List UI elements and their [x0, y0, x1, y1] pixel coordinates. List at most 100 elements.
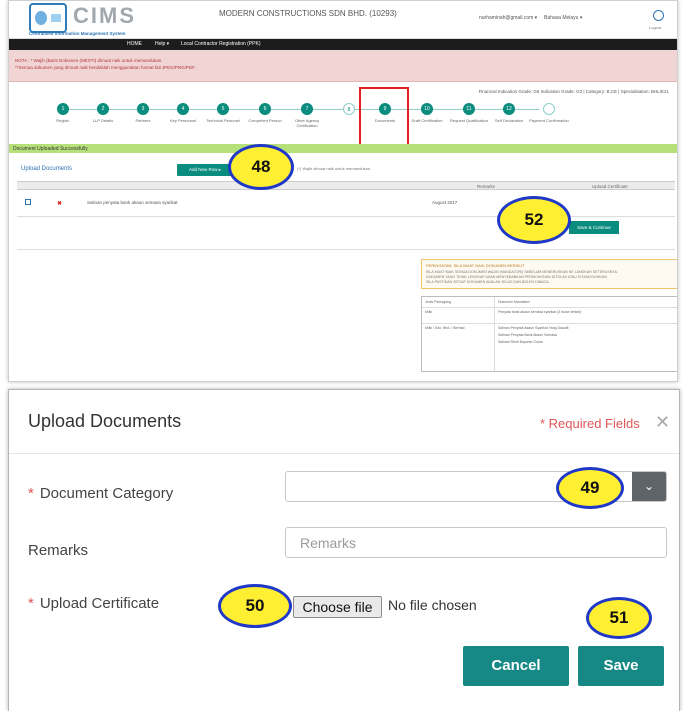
user-menu[interactable]: nurhaminah@gmail.com ▾ — [479, 15, 537, 21]
step-label: Other Agency Certification — [294, 118, 320, 128]
step-label: Self Declaration — [494, 118, 524, 123]
step-label: Payment Confirmation — [529, 118, 569, 123]
table-divider — [494, 297, 495, 371]
header-upload-certificate: Upload Certificate — [592, 184, 628, 189]
step-6[interactable]: 6 Competent Person — [244, 103, 286, 123]
mandatory-note: (*) Wajib dimuat naik untuk memandukan. — [297, 166, 372, 171]
logout-label[interactable]: Logout — [649, 25, 661, 30]
document-category-label-text: Document Category — [39, 485, 174, 502]
header-remarks: Remarks — [477, 184, 496, 189]
warning-box: PERINGATAN: SILA MUAT NAIK DOKUMEN BERIK… — [421, 259, 677, 289]
file-status: No file chosen — [388, 597, 477, 613]
notice-line-1: NOTA : * Wajib (Baris Dokumen (MESTI) di… — [15, 58, 163, 63]
nav-help[interactable]: Help ▾ — [155, 41, 169, 47]
callout-52: 52 — [497, 196, 571, 244]
required-fields-note: * Required Fields — [540, 416, 640, 431]
step-10[interactable]: 10 Draft Certification — [406, 103, 448, 123]
language-menu[interactable]: Bahasa Melayu ▾ — [544, 15, 582, 21]
registration-steps: 1 Registr. 2 LLP Details 3 Partners 4 Key Pe… — [9, 98, 677, 143]
document-name: Salinan penyata bank akaun semasa syarik… — [87, 200, 178, 205]
step-11[interactable]: 11 Request Qualification — [448, 103, 490, 123]
step-dot: 7 — [301, 103, 313, 115]
delete-icon[interactable]: ✖ — [57, 200, 62, 207]
step-dot: 3 — [137, 103, 149, 115]
nav-bar: HOME Help ▾ Local Contractor Registratio… — [9, 39, 677, 50]
upload-certificate-label: * Upload Certificate — [28, 595, 159, 612]
table-cell: Salinan Resit Bayaran Cukai — [498, 340, 543, 344]
success-message: Document Uploaded Successfully — [13, 146, 88, 152]
warning-body-3: SILA PASTIKAN SETIAP DOKUMEN ADALAH JELA… — [426, 280, 550, 284]
callout-50: 50 — [218, 584, 292, 628]
row-remarks: August 2017 — [432, 200, 458, 205]
upload-documents-heading: Upload Documents — [21, 166, 73, 172]
step-dot: 2 — [97, 103, 109, 115]
cims-logo-icon — [29, 3, 67, 33]
table-cell: Milik — [425, 310, 432, 314]
step-label: Key Personnel — [169, 118, 196, 123]
step-payment[interactable]: Payment Confirmation — [528, 103, 570, 123]
step-dot: 10 — [421, 103, 433, 115]
step-2[interactable]: 2 LLP Details — [82, 103, 124, 123]
table-cell: Salinan Penyata Bank Akaun Semasa — [498, 333, 557, 337]
remarks-label: Remarks — [28, 542, 89, 559]
step-5[interactable]: 5 Technical Personel — [202, 103, 244, 123]
step-label: Technical Personel — [206, 118, 240, 123]
modal-divider — [9, 453, 679, 454]
table-divider — [422, 323, 677, 324]
step-label: Registr. — [56, 118, 70, 123]
financial-info: Financial Indication Grade: G6 Indicatio… — [478, 89, 669, 94]
step-dot: 12 — [503, 103, 515, 115]
step-12[interactable]: 12 Self Declaration — [488, 103, 530, 123]
required-star: * — [28, 595, 34, 612]
warning-title: PERINGATAN: SILA MUAT NAIK DOKUMEN BERIK… — [426, 263, 525, 268]
nav-home[interactable]: HOME — [127, 41, 142, 47]
registration-screenshot: CIMS Centralised Information Management … — [8, 0, 678, 382]
table-row: ✖ Salinan penyata bank akaun semasa syar… — [17, 191, 675, 217]
step-label: Request Qualification — [449, 118, 489, 123]
save-button[interactable]: Save — [578, 646, 664, 686]
modal-title: Upload Documents — [28, 411, 182, 431]
step-7[interactable]: 7 Other Agency Certification — [286, 103, 328, 128]
step-dot: 6 — [259, 103, 271, 115]
step-3[interactable]: 3 Partners — [122, 103, 164, 123]
company-name: MODERN CONSTRUCTIONS SDN BHD. (10293) — [219, 9, 397, 18]
notice-banner: NOTA : * Wajib (Baris Dokumen (MESTI) di… — [9, 50, 677, 82]
table-cell: Salinan Penyata Akaun Syarikat Yang Diau… — [498, 326, 569, 330]
documents-table-header: Remarks Upload Certificate — [17, 181, 675, 190]
table-header-2: Dokumen Mandatori — [498, 300, 530, 304]
add-new-row-button[interactable]: Add New Row ▸ — [177, 164, 233, 176]
table-cell: Milik / Sdn. Bhd. / Berhad — [425, 326, 465, 330]
table-divider — [422, 307, 677, 308]
save-continue-button[interactable]: Save & Continue — [569, 221, 619, 234]
callout-48: 48 — [228, 144, 294, 190]
document-category-label: * Document Category — [28, 485, 173, 502]
notice-line-2: **Semua dokumen yang dimuat naik hendakl… — [15, 65, 196, 70]
documents-step-highlight — [359, 87, 409, 151]
success-banner: Document Uploaded Successfully — [9, 144, 677, 153]
page: CIMS Centralised Information Management … — [0, 0, 684, 711]
remarks-input[interactable] — [285, 527, 667, 558]
cancel-button[interactable]: Cancel — [463, 646, 569, 686]
step-dot: 1 — [57, 103, 69, 115]
logout-icon[interactable] — [653, 10, 664, 21]
step-4[interactable]: 4 Key Personnel — [162, 103, 204, 123]
step-dot: 4 — [177, 103, 189, 115]
step-dot: 11 — [463, 103, 475, 115]
warning-body-1: SILA MUAT NAIK SEMUA DOKUMEN WAJIB (MAND… — [426, 270, 618, 274]
upload-documents-modal: Upload Documents * Required Fields ✕ * Do… — [8, 389, 680, 711]
table-cell: Penyata bank akaun semasa syarikat (3 bu… — [498, 310, 582, 314]
close-icon[interactable]: ✕ — [655, 412, 670, 433]
step-dot: 5 — [217, 103, 229, 115]
chevron-down-icon[interactable]: ⌄ — [632, 472, 666, 501]
choose-file-button[interactable]: Choose file — [293, 596, 382, 618]
nav-local-contractor[interactable]: Local Contractor Registration (PPK) — [181, 41, 260, 47]
logo-text: CIMS — [73, 3, 136, 28]
edit-icon[interactable] — [25, 199, 31, 205]
callout-51: 51 — [586, 597, 652, 639]
app-header: CIMS Centralised Information Management … — [9, 1, 677, 39]
step-label: Partners — [135, 118, 151, 123]
mandatory-documents-table: Jenis Pemegang Dokumen Mandatori Milik P… — [421, 296, 677, 372]
required-star: * — [28, 485, 34, 502]
warning-body-2: DOKUMEN YANG TIDAK LENGKAP AKAN MENYEBAB… — [426, 275, 608, 279]
step-1[interactable]: 1 Registr. — [42, 103, 84, 123]
